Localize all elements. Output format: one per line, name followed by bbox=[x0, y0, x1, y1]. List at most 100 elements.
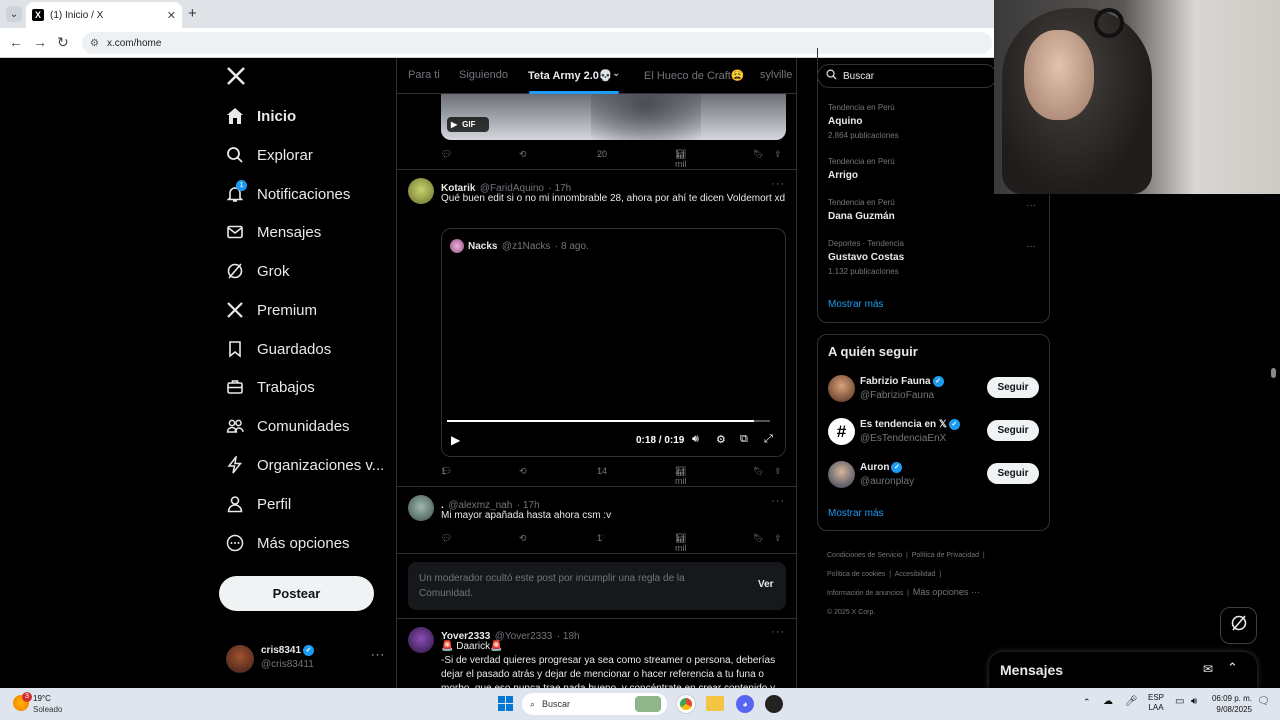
follow-button[interactable]: Seguir bbox=[987, 463, 1039, 484]
sidebar-item-guardados[interactable]: Guardados bbox=[226, 335, 331, 363]
account-switcher[interactable]: cris8341 ✓ @cris83411 ··· bbox=[226, 643, 386, 673]
post[interactable]: ▶ GIF 💬︎ ⟲ ♡ 20 📊︎ 1 mil 🔖︎ ⇪ bbox=[397, 94, 796, 170]
bookmark-icon[interactable]: 🔖︎ bbox=[753, 149, 764, 160]
grok-floating-button[interactable] bbox=[1220, 607, 1257, 644]
sidebar-item-premium[interactable]: Premium bbox=[226, 296, 317, 324]
like-button[interactable]: ♡ 1 bbox=[597, 533, 605, 543]
tab-teta-army[interactable]: Teta Army 2.0💀 bbox=[528, 69, 613, 82]
footer-link[interactable]: Condiciones de Servicio bbox=[827, 552, 902, 559]
repost-icon[interactable]: ⟲ bbox=[519, 149, 527, 160]
sidebar-item-trabajos[interactable]: Trabajos bbox=[226, 373, 315, 401]
obs-taskbar-icon[interactable] bbox=[765, 695, 783, 713]
video-player[interactable]: ▶ 0:18 / 0:19 🔊︎ ⚙ ⧉ ⤢ bbox=[442, 257, 785, 456]
trend-item[interactable]: Tendencia en Perú Aquino 2.864 publicaci… bbox=[828, 103, 899, 140]
repost-icon[interactable]: ⟲ bbox=[519, 466, 527, 477]
chevron-down-icon[interactable]: ⌄ bbox=[612, 68, 620, 79]
quoted-post[interactable]: Nacks @z1Nacks · 8 ago. ▶ 0:18 / 0:19 🔊︎… bbox=[441, 228, 786, 457]
notification-center-icon[interactable]: 🗨︎ bbox=[1257, 696, 1270, 707]
more-icon[interactable]: ··· bbox=[771, 178, 785, 190]
sidebar-item-notificaciones[interactable]: 1 Notificaciones bbox=[226, 180, 350, 208]
new-tab-button[interactable]: + bbox=[188, 5, 197, 22]
share-icon[interactable]: ⇪ bbox=[774, 533, 782, 544]
language-indicator[interactable]: ESP LAA bbox=[1148, 693, 1164, 713]
views-button[interactable]: 📊︎ 2 mil bbox=[675, 466, 687, 486]
volume-icon[interactable]: 🔊︎ bbox=[1191, 696, 1197, 707]
reload-icon[interactable]: ↻ bbox=[57, 34, 69, 51]
follow-button[interactable]: Seguir bbox=[987, 420, 1039, 441]
footer-link[interactable]: Accesibilidad bbox=[895, 571, 936, 578]
back-icon[interactable]: ← bbox=[9, 34, 23, 50]
video-progress-track[interactable] bbox=[447, 420, 770, 422]
sidebar-item-mensajes[interactable]: Mensajes bbox=[226, 218, 321, 246]
discord-taskbar-icon[interactable]: ◕ bbox=[736, 695, 754, 713]
weather-text[interactable]: Soleado bbox=[33, 705, 62, 714]
bookmark-icon[interactable]: 🔖︎ bbox=[753, 533, 764, 544]
reply-icon[interactable]: 💬︎ bbox=[441, 149, 452, 160]
microphone-icon[interactable]: 🎤︎ bbox=[1125, 696, 1138, 707]
windows-start-icon[interactable] bbox=[498, 696, 514, 712]
scrollbar-thumb[interactable] bbox=[1271, 368, 1276, 378]
avatar[interactable] bbox=[408, 178, 434, 204]
sidebar-item-explorar[interactable]: Explorar bbox=[226, 141, 313, 169]
x-logo-icon[interactable] bbox=[226, 66, 246, 86]
sidebar-item-grok[interactable]: Grok bbox=[226, 257, 290, 285]
reply-button[interactable]: 💬︎ 1 bbox=[441, 466, 452, 476]
forward-icon[interactable]: → bbox=[33, 34, 47, 50]
post[interactable]: Yover2333 @Yover2333 · 18h ··· 🚨 Daarick… bbox=[397, 619, 796, 688]
follow-button[interactable]: Seguir bbox=[987, 377, 1039, 398]
play-icon[interactable]: ▶ bbox=[451, 433, 460, 447]
footer-link[interactable]: Política de Privacidad bbox=[912, 552, 979, 559]
more-icon[interactable]: ··· bbox=[771, 495, 785, 507]
network-icon[interactable]: ▭ bbox=[1175, 696, 1184, 707]
post[interactable]: . @alexmz_nah · 17h ··· Mi mayor apañada… bbox=[397, 487, 796, 554]
trend-item[interactable]: Tendencia en Perú Arrigo bbox=[828, 157, 895, 181]
like-button[interactable]: ♡ 14 bbox=[597, 466, 607, 476]
share-icon[interactable]: ⇪ bbox=[774, 149, 782, 160]
views-button[interactable]: 📊︎ 1 mil bbox=[675, 149, 687, 169]
footer-link[interactable]: Información de anuncios bbox=[827, 590, 903, 597]
cloud-icon[interactable]: ☁ bbox=[1103, 696, 1113, 707]
views-button[interactable]: 📊︎ 1 mil bbox=[675, 533, 687, 553]
reply-icon[interactable]: 💬︎ bbox=[441, 533, 452, 544]
new-message-icon[interactable]: ✉ bbox=[1203, 662, 1213, 676]
show-more-follow-link[interactable]: Mostrar más bbox=[828, 508, 884, 519]
avatar[interactable] bbox=[408, 627, 434, 653]
post-button[interactable]: Postear bbox=[219, 576, 374, 611]
tab-para-ti[interactable]: Para ti bbox=[408, 69, 440, 81]
show-more-trends-link[interactable]: Mostrar más bbox=[828, 299, 884, 310]
view-hidden-button[interactable]: Ver bbox=[758, 579, 774, 590]
clock[interactable]: 06:09 p. m. 9/08/2025 bbox=[1208, 693, 1252, 715]
fullscreen-icon[interactable]: ⤢ bbox=[764, 433, 773, 446]
tab-siguiendo[interactable]: Siguiendo bbox=[459, 69, 508, 81]
sidebar-item-mas-opciones[interactable]: Más opciones bbox=[226, 529, 350, 557]
tab-sylville[interactable]: sylville bbox=[760, 69, 792, 81]
chevron-up-icon[interactable]: ⌃ bbox=[1083, 697, 1091, 708]
close-tab-icon[interactable]: ✕ bbox=[167, 9, 176, 22]
account-more-icon[interactable]: ··· bbox=[371, 649, 385, 661]
taskbar-search-input[interactable]: ⌕ Buscar bbox=[522, 693, 667, 715]
pip-icon[interactable]: ⧉ bbox=[740, 433, 748, 446]
expand-up-icon[interactable]: ⌃ bbox=[1227, 660, 1238, 676]
share-icon[interactable]: ⇪ bbox=[774, 466, 782, 477]
more-icon[interactable]: ··· bbox=[1026, 200, 1036, 211]
weather-temp[interactable]: 19°C bbox=[33, 694, 51, 703]
browser-tab[interactable]: X (1) Inicio / X ✕ bbox=[26, 2, 182, 28]
footer-more-options[interactable]: Más opciones ··· bbox=[913, 587, 980, 597]
tab-el-hueco-de-craft[interactable]: El Hueco de Craft😩 bbox=[644, 69, 745, 82]
volume-icon[interactable]: 🔊︎ bbox=[692, 433, 699, 446]
sidebar-item-perfil[interactable]: Perfil bbox=[226, 490, 291, 518]
tab-search-button[interactable]: ⌄ bbox=[6, 6, 22, 22]
avatar[interactable] bbox=[408, 495, 434, 521]
footer-link[interactable]: Política de cookies bbox=[827, 571, 885, 578]
site-info-icon[interactable]: ⚙ bbox=[90, 38, 99, 49]
repost-icon[interactable]: ⟲ bbox=[519, 533, 527, 544]
trend-item[interactable]: Tendencia en Perú Dana Guzmán bbox=[828, 198, 895, 222]
trend-item[interactable]: Deportes · Tendencia Gustavo Costas 1.13… bbox=[828, 239, 904, 276]
more-icon[interactable]: ··· bbox=[1026, 241, 1036, 252]
gif-media[interactable]: ▶ GIF bbox=[441, 94, 786, 140]
sidebar-item-comunidades[interactable]: Comunidades bbox=[226, 412, 350, 440]
sidebar-item-organizaciones[interactable]: Organizaciones v... bbox=[226, 451, 384, 479]
bookmark-icon[interactable]: 🔖︎ bbox=[753, 466, 764, 477]
more-icon[interactable]: ··· bbox=[771, 626, 785, 638]
chrome-taskbar-icon[interactable] bbox=[677, 695, 695, 713]
